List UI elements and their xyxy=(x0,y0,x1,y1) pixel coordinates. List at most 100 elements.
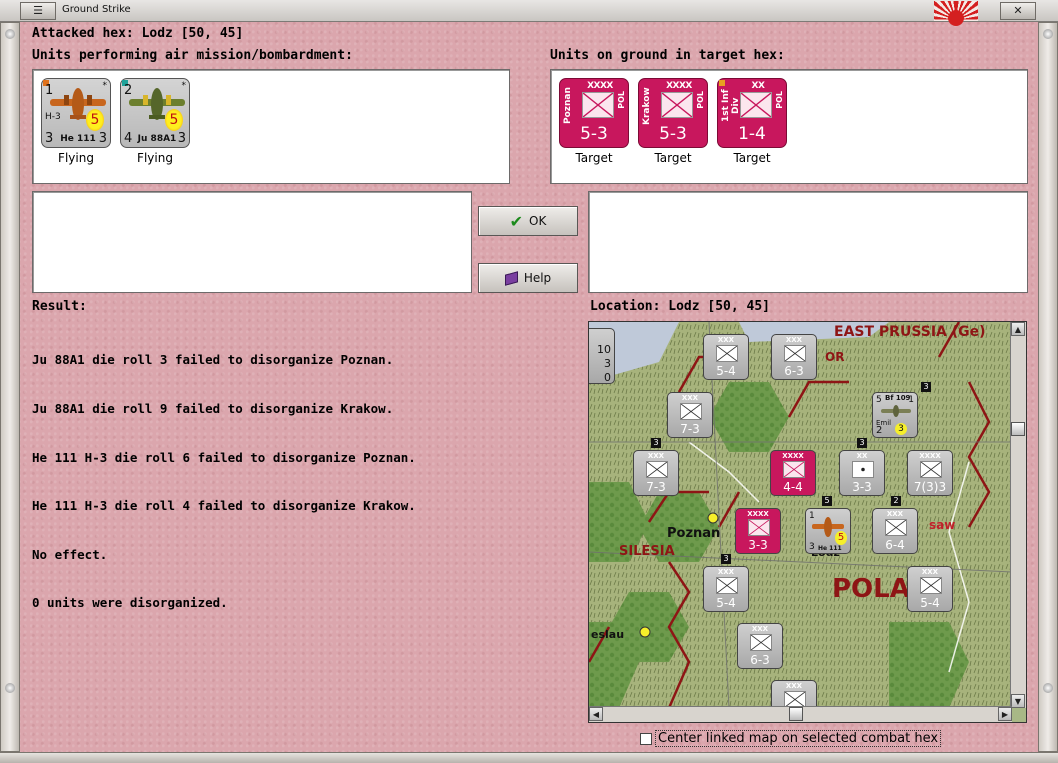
result-log: Ju 88A1 die roll 3 failed to disorganize… xyxy=(32,320,416,628)
map-air-counter-bf109[interactable]: 5 Bf 109 1 Emil 2 3 xyxy=(872,392,918,438)
ground-unit-name: 1st Inf Div xyxy=(721,89,741,123)
japan-rising-sun-flag-icon xyxy=(934,1,978,26)
help-book-icon xyxy=(504,270,518,286)
ground-units-panel: Poznan XXXX POL 5-3 Target Krakow XXXX P… xyxy=(550,69,1028,184)
map-label: eslau xyxy=(591,628,625,641)
air-counter-rating: 5 xyxy=(835,531,847,545)
map-unit-counter[interactable]: XXX 7-3 xyxy=(633,450,679,496)
air-counter-rating: 3 xyxy=(895,423,907,435)
status-dot-icon xyxy=(719,80,725,86)
stack-badge: 3 xyxy=(921,382,931,392)
map-unit-counter[interactable]: XXXX 7(3)3 xyxy=(907,450,953,496)
map-label: OR xyxy=(825,350,845,364)
fighter-plane-icon xyxy=(881,405,911,417)
result-line: Ju 88A1 die roll 9 failed to disorganize… xyxy=(32,401,394,417)
map-unit-strength: 7-3 xyxy=(646,480,666,494)
horizontal-scroll-thumb[interactable] xyxy=(789,707,803,721)
map-edge-counter[interactable]: 10 3 0 xyxy=(589,328,615,384)
infantry-symbol-icon xyxy=(920,461,942,478)
infantry-symbol-icon xyxy=(740,92,772,118)
air-detail-panel xyxy=(32,191,472,293)
map-unit-strength: 5-4 xyxy=(716,596,736,610)
stack-badge: 2 xyxy=(891,496,901,506)
map-air-counter-he111[interactable]: 1 5 3 He 111 xyxy=(805,508,851,554)
scroll-down-arrow-icon[interactable]: ▼ xyxy=(1011,694,1025,708)
ground-unit-size: XXXX xyxy=(587,81,613,91)
edge-counter-num: 0 xyxy=(604,371,611,384)
vertical-scroll-thumb[interactable] xyxy=(1011,422,1025,436)
map-unit-counter[interactable]: XXX 7-3 xyxy=(667,392,713,438)
air-unit-he111[interactable]: 1 * H-3 5 3 He 111 3 xyxy=(41,78,111,148)
air-units-panel: 1 * H-3 5 3 He 111 3 Flying 2 * 5 4 Ju 8… xyxy=(32,69,510,184)
air-unit-sub: H-3 xyxy=(45,112,61,122)
center-map-checkbox[interactable] xyxy=(640,733,652,745)
map-unit-counter[interactable]: XXX 5-4 xyxy=(703,334,749,380)
ground-unit-1st-inf-div[interactable]: 1st Inf Div XX POL 1-4 xyxy=(717,78,787,148)
ground-unit-size: XX xyxy=(751,81,765,91)
ground-units-label: Units on ground in target hex: xyxy=(550,48,785,63)
ground-unit-strength: 5-3 xyxy=(580,124,608,144)
close-button[interactable]: ✕ xyxy=(1000,2,1036,20)
stack-badge: 3 xyxy=(857,438,867,448)
ground-unit-nation: POL xyxy=(617,91,626,109)
ground-unit-size: XXXX xyxy=(666,81,692,91)
edge-counter-num: 3 xyxy=(604,357,611,370)
scroll-right-arrow-icon[interactable]: ▶ xyxy=(998,707,1012,721)
air-counter-model: Bf 109 xyxy=(885,394,911,402)
help-button[interactable]: Help xyxy=(478,263,578,293)
infantry-symbol-icon xyxy=(680,403,702,420)
result-label: Result: xyxy=(32,299,87,314)
map-unit-strength: 7-3 xyxy=(680,422,700,436)
air-units-label: Units performing air mission/bombardment… xyxy=(32,48,353,63)
mini-map[interactable]: EAST PRUSSIA (Ge) Poznan SILESIA POLA Lo… xyxy=(588,321,1027,723)
map-unit-counter[interactable]: XXX 5-4 xyxy=(907,566,953,612)
map-unit-counter[interactable]: XXXX 4-4 xyxy=(770,450,816,496)
infantry-symbol-icon xyxy=(748,519,770,536)
map-horizontal-scrollbar[interactable]: ◀ ▶ xyxy=(589,706,1012,722)
map-label: Poznan xyxy=(667,526,721,541)
air-counter-num: 1 xyxy=(908,395,914,405)
map-unit-size: XXXX xyxy=(747,510,769,518)
air-unit-status: Flying xyxy=(137,151,173,165)
bottom-frame xyxy=(0,752,1058,763)
result-line: He 111 H-3 die roll 4 failed to disorgan… xyxy=(32,498,416,514)
map-unit-size: XXX xyxy=(921,568,939,576)
map-unit-size: XXX xyxy=(647,452,665,460)
map-unit-counter[interactable]: XXXX 3-3 xyxy=(735,508,781,554)
armor-symbol-icon xyxy=(750,634,772,651)
map-unit-size: XXXX xyxy=(919,452,941,460)
map-unit-strength: 6-3 xyxy=(784,364,804,378)
scroll-up-arrow-icon[interactable]: ▲ xyxy=(1011,322,1025,336)
map-unit-counter[interactable]: XXX 5-4 xyxy=(703,566,749,612)
help-button-label: Help xyxy=(523,271,552,285)
map-unit-counter[interactable]: XXX 6-3 xyxy=(771,334,817,380)
hq-symbol-icon xyxy=(852,461,874,478)
scroll-left-arrow-icon[interactable]: ◀ xyxy=(589,707,603,721)
ground-unit-nation: POL xyxy=(696,91,705,109)
air-unit-left-num: 3 xyxy=(45,131,54,146)
result-line: Ju 88A1 die roll 3 failed to disorganize… xyxy=(32,352,394,368)
map-unit-size: XXX xyxy=(717,568,735,576)
window-title: Ground Strike xyxy=(62,4,131,15)
map-unit-strength: 5-4 xyxy=(716,364,736,378)
system-menu-button[interactable]: ☰ xyxy=(20,2,56,20)
map-vertical-scrollbar[interactable]: ▲ ▼ xyxy=(1010,322,1026,708)
air-unit-right-num: 3 xyxy=(98,131,107,146)
air-counter-model: He 111 xyxy=(818,545,842,552)
map-unit-size: XXX xyxy=(785,336,803,344)
stack-badge: 3 xyxy=(651,438,661,448)
checkmark-icon: ✔ xyxy=(509,211,524,231)
center-map-checkbox-label[interactable]: Center linked map on selected combat hex xyxy=(655,730,942,747)
map-label: saw xyxy=(929,518,956,532)
map-unit-counter[interactable]: XX 3-3 xyxy=(839,450,885,496)
armor-symbol-icon xyxy=(784,345,806,362)
ground-unit-poznan[interactable]: Poznan XXXX POL 5-3 xyxy=(559,78,629,148)
ok-button[interactable]: ✔ OK xyxy=(478,206,578,236)
air-unit-ju88a1[interactable]: 2 * 5 4 Ju 88A1 3 xyxy=(120,78,190,148)
ground-unit-krakow[interactable]: Krakow XXXX POL 5-3 xyxy=(638,78,708,148)
map-unit-strength: 3-3 xyxy=(852,480,872,494)
map-unit-counter[interactable]: XXX 6-4 xyxy=(872,508,918,554)
map-unit-strength: 7(3)3 xyxy=(913,480,947,494)
map-unit-counter[interactable]: XXX 6-3 xyxy=(737,623,783,669)
ground-unit-strength: 5-3 xyxy=(659,124,687,144)
